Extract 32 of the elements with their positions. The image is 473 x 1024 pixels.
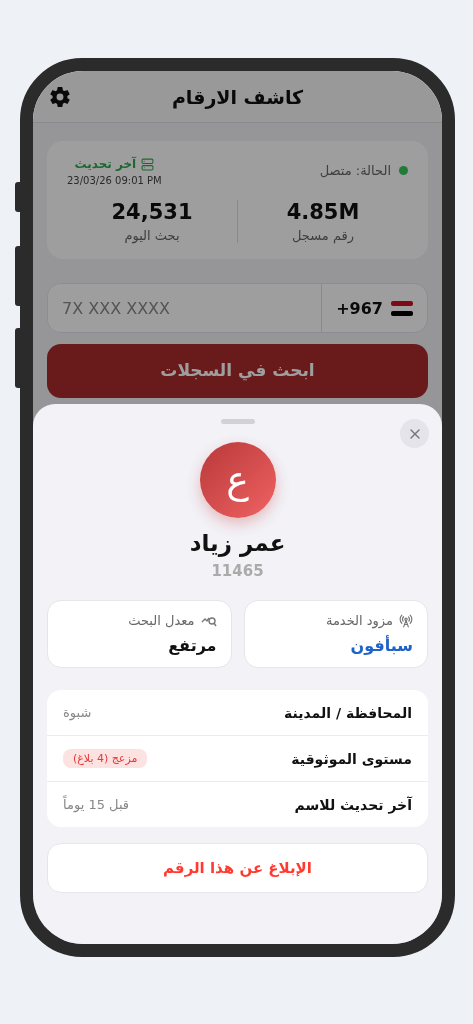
update-time: 23/03/26 09:01 PM (67, 175, 162, 186)
status-text: الحالة: متصل (319, 163, 391, 178)
update-label: آخر تحديث (74, 157, 137, 171)
phone-number-input[interactable]: 7X XXX XXXX (48, 284, 322, 332)
app-title: كاشف الارقام (171, 85, 304, 108)
card-label: مزود الخدمة (325, 613, 393, 628)
server-icon (141, 157, 155, 171)
sheet-handle[interactable] (220, 419, 255, 424)
detail-value: شبوة (63, 705, 92, 720)
contact-name: عمر زياد (189, 530, 286, 556)
detail-label: آخر تحديث للاسم (294, 796, 412, 813)
reliability-badge: مزعج (4 بلاغ) (63, 749, 148, 768)
card-label: معدل البحث (128, 613, 195, 628)
stat-value: 4.85M (286, 200, 360, 224)
stat-label: بحث اليوم (124, 228, 180, 243)
detail-value: قبل 15 يوماً (63, 797, 130, 812)
detail-label: مستوى الموثوقية (291, 750, 412, 767)
card-value: سبأفون (349, 636, 413, 655)
avatar: ع (199, 442, 276, 518)
antenna-icon (399, 613, 413, 628)
flag-icon (391, 300, 413, 316)
detail-label: المحافظة / المدينة (284, 704, 412, 721)
card-value: مرتفع (167, 636, 217, 655)
close-button[interactable] (400, 419, 429, 448)
stat-value: 24,531 (111, 200, 193, 224)
phone-number: 11465 (211, 562, 264, 580)
settings-icon[interactable] (49, 86, 71, 108)
report-button[interactable]: الإبلاغ عن هذا الرقم (47, 843, 428, 893)
country-code[interactable]: +967 (336, 298, 383, 318)
search-button[interactable]: ابحث في السجلات (47, 344, 428, 398)
phone-field[interactable]: 7X XXX XXXX +967 (47, 283, 428, 333)
stat-label: رقم مسجل (291, 228, 355, 243)
